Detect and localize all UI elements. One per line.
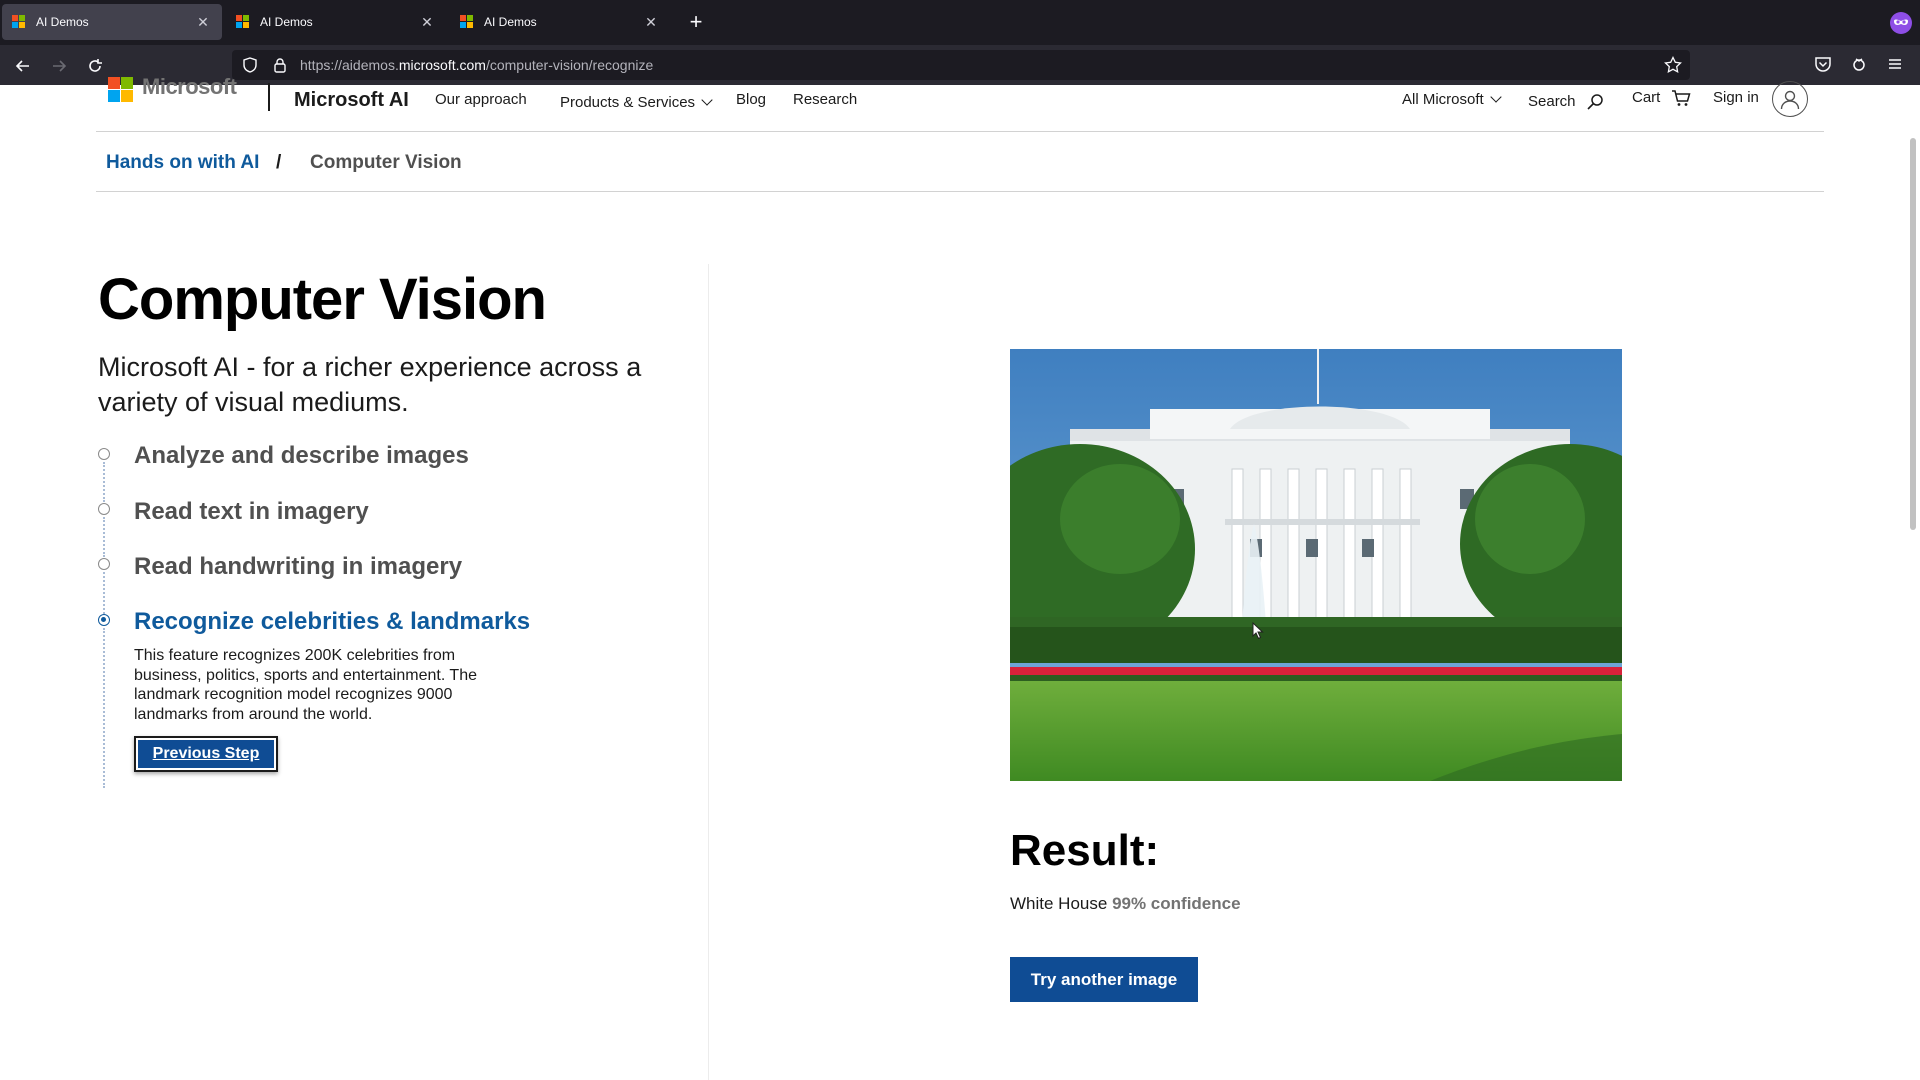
step-connector (103, 628, 105, 788)
brand-title[interactable]: Microsoft AI (294, 89, 409, 112)
new-tab-button[interactable]: + (684, 8, 708, 36)
private-mask-icon[interactable] (1890, 12, 1912, 34)
close-tab-icon[interactable]: ✕ (194, 14, 212, 31)
page-scrollbar[interactable] (1910, 138, 1916, 530)
cart-button[interactable]: Cart (1632, 89, 1691, 107)
step-read-text[interactable]: Read text in imagery (134, 498, 369, 526)
step-read-handwriting[interactable]: Read handwriting in imagery (134, 553, 462, 581)
result-confidence: 99% confidence (1112, 894, 1241, 913)
tab-title: AI Demos (36, 15, 89, 29)
nav-research[interactable]: Research (793, 91, 857, 108)
step-analyze-describe[interactable]: Analyze and describe images (134, 442, 469, 470)
try-another-image-button[interactable]: Try another image (1010, 957, 1198, 1002)
lock-icon[interactable] (272, 57, 288, 73)
chevron-down-icon (701, 94, 713, 106)
step-connector (103, 462, 105, 502)
search-button[interactable]: Search (1528, 93, 1604, 111)
microsoft-favicon-icon (236, 15, 250, 29)
header-divider (268, 83, 270, 111)
step-connector (103, 517, 105, 557)
browser-nav-bar: https://aidemos.microsoft.com/computer-v… (0, 45, 1920, 85)
step-description: This feature recognizes 200K celebrities… (134, 647, 477, 723)
step-radio-2[interactable] (98, 503, 110, 515)
pocket-icon[interactable] (1814, 55, 1832, 78)
step-recognize-celebrities-landmarks[interactable]: Recognize celebrities & landmarks (134, 608, 530, 636)
menu-icon[interactable] (1886, 55, 1904, 78)
breadcrumb: Hands on with AI / Computer Vision (96, 132, 1824, 192)
white-house-photo (1010, 349, 1622, 781)
result-heading: Result: (1010, 826, 1160, 875)
all-microsoft-menu[interactable]: All Microsoft (1402, 91, 1502, 108)
bookmark-star-icon[interactable] (1664, 56, 1682, 74)
site-header: Microsoft Microsoft AI Our approach Prod… (96, 74, 1824, 132)
reload-icon[interactable] (82, 53, 108, 79)
sign-in-link[interactable]: Sign in (1713, 89, 1759, 106)
step-radio-1[interactable] (98, 448, 110, 460)
page-title: Computer Vision (98, 267, 547, 332)
microsoft-logo[interactable]: Microsoft (108, 74, 237, 103)
chevron-down-icon (1490, 91, 1502, 103)
breadcrumb-current: Computer Vision (310, 152, 462, 173)
breadcrumb-separator: / (276, 152, 282, 173)
previous-step-button[interactable]: Previous Step (134, 736, 278, 772)
result-name: White House (1010, 894, 1108, 913)
back-icon[interactable] (10, 53, 36, 79)
browser-tab-1[interactable]: AI Demos ✕ (2, 4, 222, 40)
step-radio-4-selected[interactable] (98, 614, 110, 626)
forward-icon[interactable] (46, 53, 72, 79)
nav-our-approach[interactable]: Our approach (435, 91, 527, 108)
breadcrumb-hands-on-with-ai[interactable]: Hands on with AI (106, 152, 259, 174)
browser-tab-2[interactable]: AI Demos ✕ (226, 4, 446, 40)
close-tab-icon[interactable]: ✕ (642, 14, 660, 31)
step-radio-3[interactable] (98, 558, 110, 570)
result-line: White House 99% confidence (1010, 894, 1241, 914)
search-icon (1587, 94, 1603, 110)
microsoft-favicon-icon (12, 15, 26, 29)
cart-icon (1671, 90, 1691, 106)
url-text: https://aidemos.microsoft.com/computer-v… (300, 57, 654, 73)
page-subtitle: Microsoft AI - for a richer experience a… (98, 352, 642, 417)
mouse-cursor-icon (1252, 622, 1264, 640)
browser-tab-bar: AI Demos ✕ AI Demos ✕ AI Demos ✕ + (0, 0, 1920, 45)
url-bar[interactable]: https://aidemos.microsoft.com/computer-v… (232, 50, 1690, 80)
nav-blog[interactable]: Blog (736, 91, 766, 108)
microsoft-squares-icon (108, 77, 134, 103)
extension-icon[interactable] (1850, 55, 1868, 78)
landmark-image (1010, 349, 1622, 781)
microsoft-favicon-icon (460, 15, 474, 29)
tab-title: AI Demos (484, 15, 537, 29)
tab-title: AI Demos (260, 15, 313, 29)
browser-tab-3[interactable]: AI Demos ✕ (450, 4, 670, 40)
user-icon[interactable] (1772, 81, 1808, 117)
close-tab-icon[interactable]: ✕ (418, 14, 436, 31)
step-connector (103, 572, 105, 614)
column-divider (708, 264, 709, 1080)
nav-products-services[interactable]: Products & Services (560, 94, 713, 111)
shield-icon[interactable] (242, 57, 258, 73)
